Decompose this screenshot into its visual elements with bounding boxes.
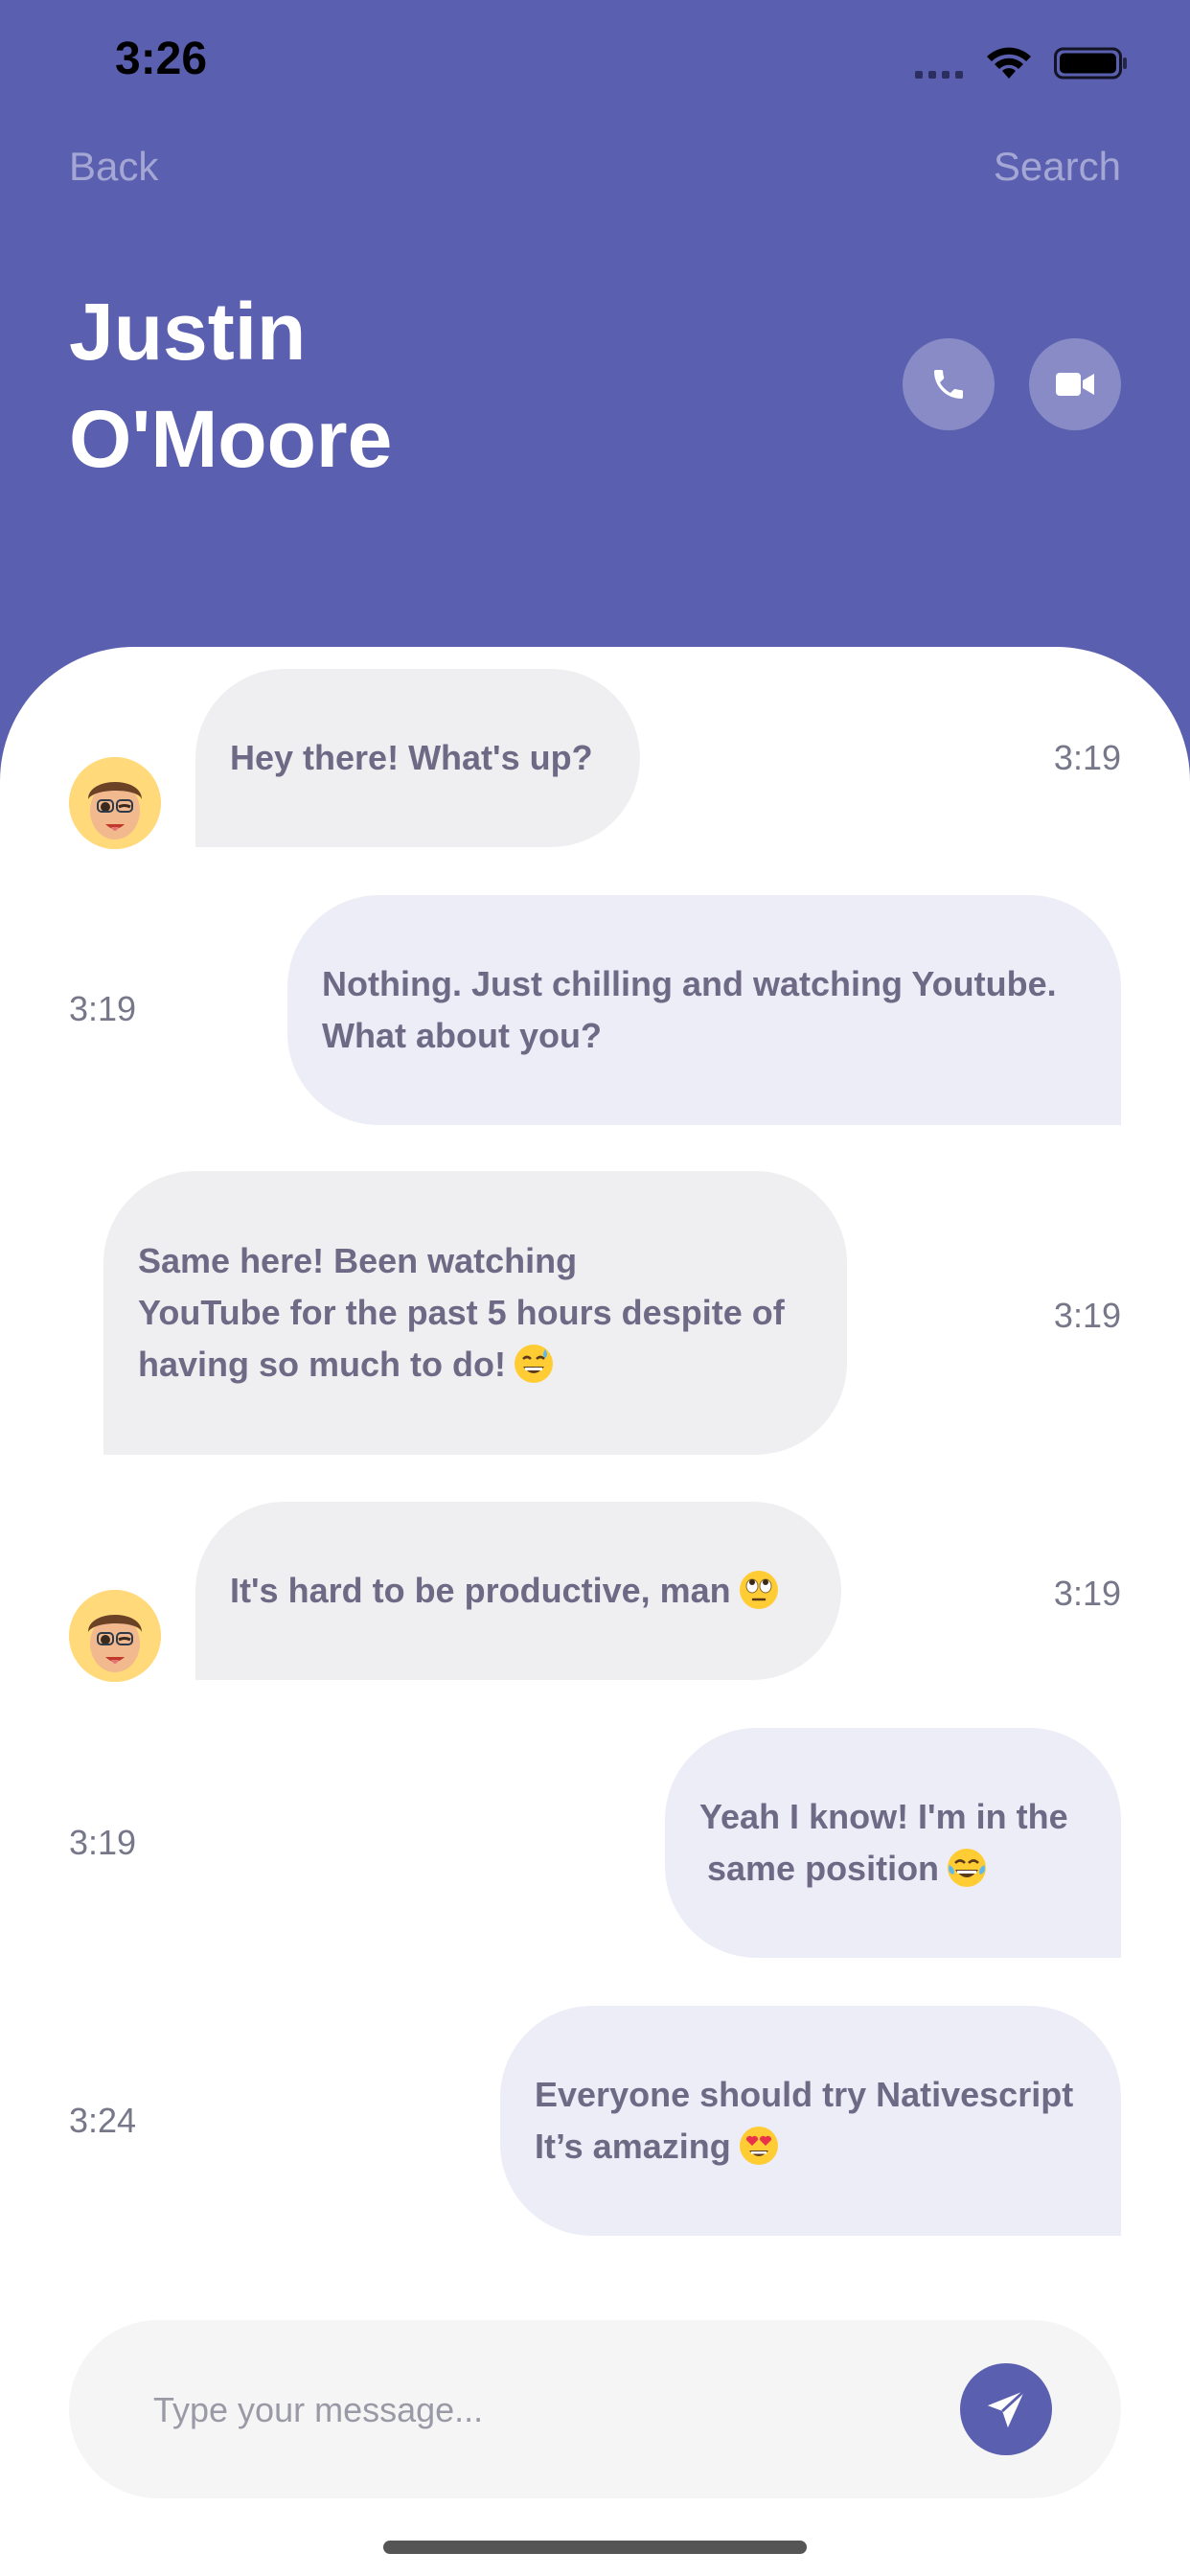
sweat-smile-emoji-icon [515,1345,553,1383]
message-bubble-incoming: Hey there! What's up? [195,669,640,847]
back-button[interactable]: Back [69,144,158,190]
cellular-signal-icon [915,71,963,79]
send-button[interactable] [960,2363,1052,2455]
battery-icon [1054,47,1127,80]
message-text: Same here! Been watching [138,1241,578,1280]
eye-roll-emoji-icon [739,1571,778,1609]
message-time: 3:19 [1053,1574,1121,1613]
message-text: Nothing. Just chilling and watching Yout… [322,964,1057,1003]
avatar [69,757,161,849]
status-time: 3:26 [115,34,208,84]
contact-name-line1: Justin [69,287,307,377]
video-call-button[interactable] [1029,338,1121,430]
message-text: Everyone should try Nativescript [535,2075,1074,2114]
message-bubble-outgoing: Yeah I know! I'm in the same position [665,1728,1121,1958]
phone-icon [934,370,963,399]
message-time: 3:19 [1053,738,1121,777]
message-text: It's hard to be productive, man [230,1571,731,1610]
message-bubble-incoming: It's hard to be productive, man [195,1502,841,1680]
search-button[interactable]: Search [994,144,1121,190]
message-input[interactable] [151,2376,922,2445]
message-text: Yeah I know! I'm in the [699,1797,1068,1836]
avatar [69,1590,161,1682]
message-time: 3:19 [69,989,137,1028]
video-camera-icon [1056,373,1094,396]
wifi-icon [987,47,1031,79]
contact-name-line2: O'Moore [69,394,393,484]
message-text: Hey there! What's up? [230,738,593,777]
message-time: 3:24 [69,2101,137,2140]
memoji-avatar-icon [69,1590,161,1682]
message-text: having so much to do! [138,1345,506,1384]
chat-header: 3:26 Back Search Justin O'Moore [0,0,1190,671]
message-bubble-outgoing: Everyone should try Nativescript It’s am… [500,2006,1121,2236]
message-time: 3:19 [1053,1296,1121,1335]
message-bubble-outgoing: Nothing. Just chilling and watching Yout… [287,895,1121,1125]
message-text: It’s amazing [535,2127,731,2166]
message-text: What about you? [322,1016,602,1055]
call-button[interactable] [903,338,995,430]
tears-of-joy-emoji-icon [948,1849,987,1887]
message-composer [69,2320,1121,2498]
paper-plane-icon [987,2389,1026,2428]
memoji-avatar-icon [69,757,161,849]
message-text: YouTube for the past 5 hours despite of [138,1293,785,1332]
home-indicator[interactable] [383,2541,807,2554]
message-time: 3:19 [69,1823,137,1862]
heart-eyes-emoji-icon [739,2127,778,2165]
message-text: same position [707,1849,940,1888]
message-bubble-incoming: Same here! Been watching YouTube for the… [103,1171,847,1455]
contact-name: Justin O'Moore [69,278,740,493]
